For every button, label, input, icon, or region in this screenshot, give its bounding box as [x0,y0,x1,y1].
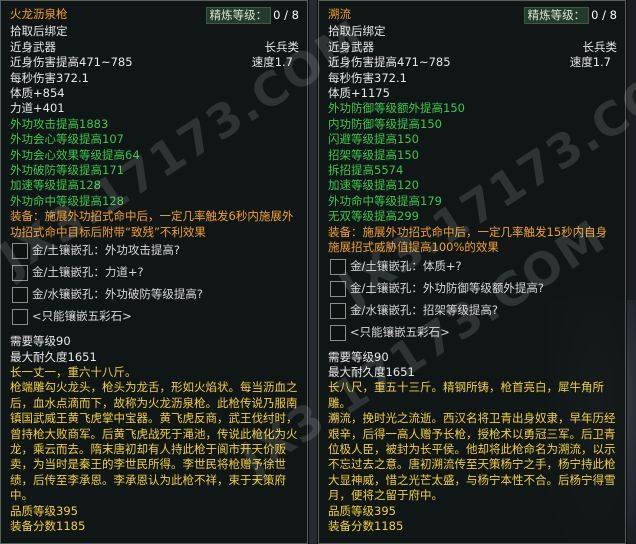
quality-level: 品质等级395 [328,503,396,518]
durability: 最大耐久度1651 [10,349,97,364]
gem-slot[interactable]: 金/水镶嵌孔：招架等级提高? [328,300,617,322]
refine-level: 精炼等级： 0 / 8 [523,7,617,25]
item-type: 近身武器 [328,39,374,54]
bonus-stat: 招架等级提高150 [328,147,419,162]
gem-slot[interactable]: 金/土镶嵌孔：外功防御等级额外提高? [328,278,617,300]
bonus-stat: 外功会心效果等级提高64 [10,147,140,162]
refine-label: 精炼等级： [523,7,590,25]
bonus-stat: 内功防御等级提高150 [328,116,442,131]
gem-slot[interactable]: 金/土镶嵌孔：外功攻击提高? [10,240,299,262]
gem-slot-icon [330,258,346,275]
bind-type: 拾取后绑定 [10,24,68,39]
bonus-stat: 外功命中等级提高179 [328,193,442,208]
refine-level: 精炼等级： 0 / 8 [205,7,299,25]
screenshot: 火龙沥泉枪 精炼等级： 0 / 8 拾取后绑定 近身武器 长兵类 近身伤害提高47… [0,0,636,544]
bonus-stat: 闪避等级提高150 [328,132,419,147]
refine-value: 0 / 8 [273,8,299,22]
gem-slot-label: 金/土镶嵌孔：外功攻击提高? [32,243,180,258]
damage-stat: 近身伤害提高471~785 [328,55,451,70]
item-type: 近身武器 [10,39,56,54]
colorful-stone-slot[interactable]: <只能镶嵌五彩石> [328,322,617,344]
gem-slot-icon [330,280,346,297]
bonus-stat: 加速等级提高128 [10,178,101,193]
colorful-stone-slot[interactable]: <只能镶嵌五彩石> [10,306,299,328]
gem-slot-label: <只能镶嵌五彩石> [350,324,450,339]
item-tooltip-left: 火龙沥泉枪 精炼等级： 0 / 8 拾取后绑定 近身武器 长兵类 近身伤害提高47… [0,0,309,544]
gem-slot-icon [330,324,346,341]
gem-slot[interactable]: 金/土镶嵌孔：力道+? [10,262,299,284]
bonus-stat: 外功破防等级提高171 [10,163,124,178]
quality-level: 品质等级395 [10,503,78,518]
weapon-class: 长兵类 [264,39,300,54]
bonus-stat: 外功攻击提高1883 [10,116,109,131]
bonus-stat: 拆招提高5574 [328,163,404,178]
item-name: 火龙沥泉枪 [10,7,68,21]
equip-score: 装备分数1185 [328,518,404,533]
gem-slot-label: 金/水镶嵌孔：招架等级提高? [350,302,498,317]
gem-slot-label: 金/土镶嵌孔：力道+? [32,265,144,280]
weapon-class: 长兵类 [582,39,618,54]
item-size: 长八尺，重五十三斤。精钢所铸，枪首亮白，犀牛角所雕。 [328,380,604,410]
damage-stat: 近身伤害提高471~785 [10,55,133,70]
dps-stat: 每秒伤害372.1 [10,70,89,85]
bonus-stat: 加速等级提高120 [328,178,419,193]
gem-slot-icon [12,287,28,304]
item-name: 溯流 [328,7,351,21]
bonus-stat: 外功防御等级额外提高150 [328,101,465,116]
base-stat: 力道+401 [10,101,65,116]
gem-slot-icon [12,243,28,260]
required-level: 需要等级90 [10,334,71,349]
item-lore: 枪端雕勾火龙头，枪头为龙舌，形如火焰状。每当沥血之后，血水点滴而下，故称为火龙沥… [10,380,298,503]
gem-slot[interactable]: 金/水镶嵌孔：外功破防等级提高? [10,284,299,306]
gem-slot-label: 金/土镶嵌孔：外功防御等级额外提高? [350,280,544,295]
speed-stat: 速度1.7 [569,55,611,70]
gem-slot-icon [12,265,28,282]
equip-effect: 装备：施展外功招式命中后，一定几率触发6秒内施展外功招式命中目标后附带“致残”不… [10,209,294,239]
bind-type: 拾取后绑定 [328,24,386,39]
speed-stat: 速度1.7 [251,55,293,70]
gem-slot-icon [330,302,346,319]
gem-slot[interactable]: 金/土镶嵌孔：体质+? [328,256,617,278]
gem-slot-label: 金/土镶嵌孔：体质+? [350,258,462,273]
base-stat: 体质+854 [10,86,65,101]
gem-slot-label: 金/水镶嵌孔：外功破防等级提高? [32,287,203,302]
bonus-stat: 无双等级提高299 [328,209,419,224]
item-lore: 溯流，挽时光之流逝。西汉名将卫青出身奴隶，早年历经艰辛，后得一高人赠予长枪，授枪… [328,411,616,503]
bonus-stat: 外功会心等级提高107 [10,132,124,147]
refine-value: 0 / 8 [591,8,617,22]
tooltip-gap [308,0,318,544]
item-size: 长一丈一，重六十八斤。 [10,364,137,379]
required-level: 需要等级90 [328,349,389,364]
equip-score: 装备分数1185 [10,518,86,533]
equip-effect: 装备：施展外功招式命中后，一定几率触发15秒内自身施展招式威胁值提高100%的效… [328,224,608,255]
dps-stat: 每秒伤害372.1 [328,70,407,85]
base-stat: 体质+1175 [328,86,390,101]
refine-label: 精炼等级： [205,7,272,25]
item-tooltip-right: 溯流 精炼等级： 0 / 8 拾取后绑定 近身武器 长兵类 近身伤害提高471~7… [317,0,627,544]
gem-slot-label: <只能镶嵌五彩石> [32,309,132,324]
bonus-stat: 外功命中等级提高128 [10,193,124,208]
durability: 最大耐久度1651 [328,364,415,379]
gem-slot-icon [12,309,28,326]
